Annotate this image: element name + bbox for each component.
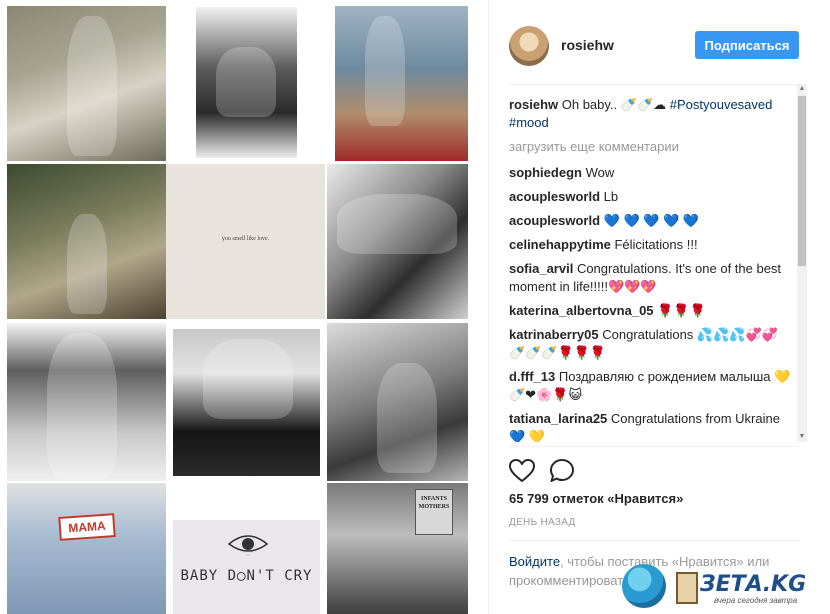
comments-scrollbar[interactable]: ▲ ▼ [797, 84, 807, 442]
grid-photo-3[interactable] [335, 6, 468, 161]
grid-photo-2[interactable] [196, 7, 297, 158]
comment-username[interactable]: sofia_arvil [509, 261, 573, 276]
watermark-brand: ЗЕТА.KG [700, 572, 807, 597]
quote-text: you smell like love. [221, 236, 270, 242]
heart-icon[interactable] [509, 458, 535, 484]
comment-username[interactable]: sophiedegn [509, 165, 582, 180]
comment-item: celinehappytime Félicitations !!! [509, 236, 795, 254]
scroll-up-arrow-icon[interactable]: ▲ [797, 84, 807, 94]
divider-actions [509, 446, 799, 447]
comment-item: acouplesworld Lb [509, 188, 795, 206]
caption: rosiehw Oh baby.. 🍼🍼☁ #Postyouvesaved #m… [509, 96, 795, 132]
comment-item: sofia_arvil Congratulations. It's one of… [509, 260, 795, 296]
comment-icon[interactable] [549, 458, 575, 484]
comment-username[interactable]: tatiana_larina25 [509, 411, 607, 426]
comment-text: Félicitations !!! [610, 237, 698, 252]
grid-photo-6[interactable] [327, 164, 468, 319]
grid-photo-5[interactable]: you smell like love. [166, 164, 325, 319]
grid-photo-4[interactable] [7, 164, 166, 319]
comment-username[interactable]: celinehappytime [509, 237, 611, 252]
grid-photo-10[interactable]: MAMA [7, 483, 166, 614]
watermark-tagline: вчера сегодня завтра [714, 596, 798, 605]
book-title-line1: INFANTS [421, 496, 447, 502]
grid-photo-8[interactable] [173, 329, 320, 476]
follow-button[interactable]: Подписаться [695, 31, 799, 59]
comment-text: Lb [600, 189, 619, 204]
comment-item: sophiedegn Wow [509, 164, 795, 182]
baby-dont-cry-text: BABY D◯N'T CRY [180, 568, 313, 584]
comment-username[interactable]: acouplesworld [509, 189, 600, 204]
book-cover: INFANTS MOTHERS [415, 489, 453, 535]
comment-username[interactable]: d.fff_13 [509, 369, 555, 384]
header-username[interactable]: rosiehw [561, 37, 614, 53]
comment-text: 🌹🌹🌹 [653, 303, 706, 318]
book-title-line2: MOTHERS [418, 504, 450, 510]
divider-login [509, 540, 799, 541]
grid-photo-9[interactable] [327, 323, 468, 481]
likes-count[interactable]: 65 799 отметок «Нравится» [509, 491, 683, 506]
comment-text: 💙 💙 💙 💙 💙 [600, 213, 700, 228]
caption-username[interactable]: rosiehw [509, 97, 558, 112]
caption-text: Oh baby.. 🍼🍼☁ [558, 97, 670, 112]
grid-photo-7[interactable] [7, 323, 166, 481]
comment-username[interactable]: katerina_albertovna_05 [509, 303, 654, 318]
grid-photo-12[interactable]: INFANTS MOTHERS [327, 483, 468, 614]
post-panel: rosiehw Подписаться rosiehw Oh baby.. 🍼🍼… [488, 0, 819, 614]
eye-icon [227, 535, 269, 556]
avatar[interactable] [509, 26, 549, 66]
grid-photo-1[interactable] [7, 6, 166, 161]
comment-item: katerina_albertovna_05 🌹🌹🌹 [509, 302, 795, 320]
comment-item: acouplesworld 💙 💙 💙 💙 💙 [509, 212, 795, 230]
comment-username[interactable]: katrinaberry05 [509, 327, 599, 342]
comment-item: d.fff_13 Поздравляю с рождением малыша 💛… [509, 368, 795, 404]
load-more-comments[interactable]: загрузить еще комментарии [509, 138, 795, 156]
scroll-down-arrow-icon[interactable]: ▼ [797, 432, 807, 442]
grid-photo-11[interactable]: BABY D◯N'T CRY [173, 520, 320, 614]
photo-grid: you smell like love. MAMA BABY D◯N'T CRY… [0, 0, 488, 614]
mama-patch: MAMA [58, 513, 116, 541]
post-date: ДЕНЬ НАЗАД [509, 517, 576, 528]
comment-item: tatiana_larina25 Congratulations from Uk… [509, 410, 795, 442]
globe-icon [622, 564, 666, 608]
watermark-logo: ЗЕТА.KG вчера сегодня завтра [614, 562, 830, 614]
divider-top [509, 84, 799, 85]
post-header: rosiehw Подписаться [509, 26, 799, 66]
scrollbar-thumb[interactable] [798, 96, 806, 266]
comment-item: katrinaberry05 Congratulations 💦💦💦💞💞 🍼🍼🍼… [509, 326, 795, 362]
comment-text: Wow [581, 165, 615, 180]
login-link[interactable]: Войдите [509, 554, 560, 569]
comments-list: rosiehw Oh baby.. 🍼🍼☁ #Postyouvesaved #m… [509, 96, 795, 442]
hourglass-icon [676, 572, 698, 604]
comment-username[interactable]: acouplesworld [509, 213, 600, 228]
